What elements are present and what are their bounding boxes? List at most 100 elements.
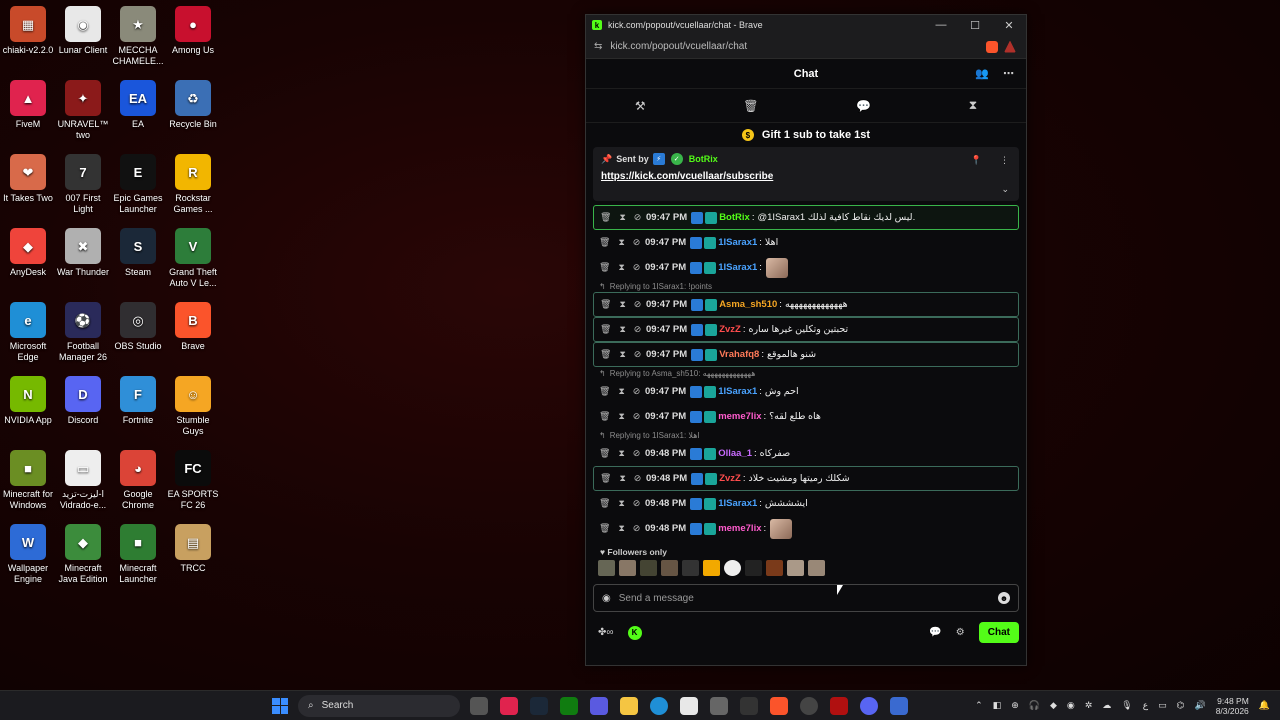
ban-icon[interactable]: ⊘ <box>633 262 641 273</box>
desktop-icon[interactable]: ■ Minecraft for Windows <box>0 450 56 511</box>
timeout-icon[interactable]: ⧗ <box>618 523 624 534</box>
emote-thumb[interactable] <box>745 560 762 576</box>
microsoft-store-icon[interactable] <box>680 696 698 715</box>
desktop-icon[interactable]: N NVIDIA App <box>0 376 56 426</box>
desktop-icon[interactable]: ▭ ا-ليزت-تزيد Vidrado-e... <box>55 450 111 511</box>
red-app-taskbar-icon[interactable] <box>830 696 848 715</box>
brave-rewards-icon[interactable] <box>1004 40 1016 53</box>
desktop-icon[interactable]: ▤ TRCC <box>165 524 221 574</box>
emote-strip[interactable] <box>586 557 1026 576</box>
desktop-icon[interactable]: ◆ AnyDesk <box>0 228 56 278</box>
clock[interactable]: 9:48 PM 8/3/2026 <box>1216 696 1249 716</box>
emote-thumb[interactable] <box>724 560 741 576</box>
send-chat-button[interactable]: Chat <box>978 622 1019 643</box>
message-username[interactable]: meme7lix <box>718 523 761 534</box>
timeout-icon[interactable]: ⧗ <box>619 212 625 223</box>
desktop-icon[interactable]: FC EA SPORTS FC 26 <box>165 450 221 511</box>
message-username[interactable]: Asma_sh510 <box>719 299 777 310</box>
notification-bell-icon[interactable]: 🔔 <box>1259 700 1270 711</box>
fivem-taskbar-icon[interactable] <box>500 696 518 715</box>
hourglass-icon[interactable]: ⧗ <box>969 98 977 113</box>
brave-taskbar-icon[interactable] <box>770 696 788 715</box>
reply-context[interactable]: ↰ Replying to 1ISarax1: اهلا <box>593 429 1019 441</box>
timeout-icon[interactable]: ⧗ <box>618 498 624 509</box>
ban-icon[interactable]: ⊘ <box>634 212 642 223</box>
delete-message-icon[interactable]: 🗑 <box>600 299 611 310</box>
desktop-icon[interactable]: ✖ War Thunder <box>55 228 111 278</box>
reply-context[interactable]: ↰ Replying to Asma_sh510: هههههههههههههه <box>593 367 1019 379</box>
emote-thumb[interactable] <box>766 560 783 576</box>
users-icon[interactable]: 👥 <box>975 67 989 80</box>
message-username[interactable]: 1ISarax1 <box>718 386 757 397</box>
timeout-icon[interactable]: ⧗ <box>618 262 624 273</box>
emote-thumb[interactable] <box>808 560 825 576</box>
desktop-icon[interactable]: ♻ Recycle Bin <box>165 80 221 130</box>
chat-message[interactable]: 🗑 ⧗ ⊘ 09:47 PM Vrahafq8: شنو هالموقع <box>593 342 1019 367</box>
task-view-icon[interactable] <box>470 696 488 715</box>
cloud-icon[interactable]: ☁ <box>1102 700 1111 711</box>
desktop-icon[interactable]: ✦ UNRAVEL™ two <box>55 80 111 141</box>
file-explorer-icon[interactable] <box>620 696 638 715</box>
message-username[interactable]: 1ISarax1 <box>718 237 757 248</box>
ban-icon[interactable]: ⊘ <box>633 523 641 534</box>
ban-icon[interactable]: ⊘ <box>633 386 641 397</box>
chat-message[interactable]: 🗑 ⧗ ⊘ 09:48 PM meme7lix: <box>593 516 1019 541</box>
store-taskbar-icon[interactable] <box>590 696 608 715</box>
delete-message-icon[interactable]: 🗑 <box>600 473 611 484</box>
chat-message[interactable]: 🗑 ⧗ ⊘ 09:47 PM BotRix: @1ISarax1 ليس لديك نقا… <box>593 205 1019 230</box>
timeout-icon[interactable]: ⧗ <box>619 473 625 484</box>
steam-taskbar-icon[interactable] <box>530 696 548 715</box>
ban-icon[interactable]: ⊘ <box>634 473 642 484</box>
gear-icon[interactable]: ⚙ <box>956 627 965 638</box>
desktop-icon[interactable]: ❤ It Takes Two <box>0 154 56 204</box>
headset-icon[interactable]: 🎧 <box>1029 700 1040 711</box>
message-username[interactable]: BotRix <box>719 212 750 223</box>
desktop-icon[interactable]: e Microsoft Edge <box>0 302 56 363</box>
steam-tray-icon[interactable]: ◉ <box>1067 700 1075 711</box>
tray-app-icon[interactable]: ◧ <box>993 700 1002 711</box>
desktop-icon[interactable]: ▦ chiaki-v2.2.0 <box>0 6 56 56</box>
windows-start-icon[interactable] <box>272 697 288 714</box>
minimize-button[interactable]: — <box>924 19 958 32</box>
desktop-icon[interactable]: B Brave <box>165 302 221 352</box>
emote-thumb[interactable] <box>703 560 720 576</box>
desktop-icon[interactable]: ⚽ Football Manager 26 <box>55 302 111 363</box>
timeout-icon[interactable]: ⧗ <box>619 299 625 310</box>
message-input[interactable]: ◉ Send a message ☻ <box>593 584 1019 612</box>
desktop-icon[interactable]: ◕ Google Chrome <box>110 450 166 511</box>
message-username[interactable]: meme7lix <box>718 411 761 422</box>
desktop-icon[interactable]: EA EA <box>110 80 166 130</box>
desktop-icon[interactable]: D Discord <box>55 376 111 426</box>
chat-bubble-icon[interactable]: 💬 <box>929 627 941 638</box>
tray-app-icon[interactable]: ✲ <box>1085 700 1093 711</box>
chat-message[interactable]: 🗑 ⧗ ⊘ 09:48 PM 1ISarax1: ايشششش <box>593 491 1019 516</box>
desktop-icon[interactable]: 7 007 First Light <box>55 154 111 215</box>
delete-message-icon[interactable]: 🗑 <box>599 498 610 509</box>
ban-icon[interactable]: ⊘ <box>633 498 641 509</box>
chat-message[interactable]: 🗑 ⧗ ⊘ 09:48 PM Ollaa_1: صفركاه <box>593 441 1019 466</box>
delete-message-icon[interactable]: 🗑 <box>599 448 610 459</box>
emote-thumb[interactable] <box>598 560 615 576</box>
ban-icon[interactable]: ⊘ <box>633 237 641 248</box>
chat-message[interactable]: 🗑 ⧗ ⊘ 09:47 PM 1ISarax1: اهلا <box>593 230 1019 255</box>
timeout-icon[interactable]: ⧗ <box>619 349 625 360</box>
settings-taskbar-icon[interactable] <box>710 696 728 715</box>
delete-message-icon[interactable]: 🗑 <box>599 411 610 422</box>
timeout-icon[interactable]: ⧗ <box>618 411 624 422</box>
desktop-icon[interactable]: ★ MECCHA CHAMELE... <box>110 6 166 67</box>
delete-message-icon[interactable]: 🗑 <box>599 237 610 248</box>
trash-icon[interactable]: 🗑 <box>743 99 758 113</box>
site-settings-icon[interactable]: ⇆ <box>594 41 602 52</box>
emote-thumb[interactable] <box>619 560 636 576</box>
message-username[interactable]: Ollaa_1 <box>718 448 752 459</box>
chevron-down-icon[interactable]: ⌄ <box>1001 184 1009 195</box>
desktop-icon[interactable]: ◎ OBS Studio <box>110 302 166 352</box>
maximize-button[interactable]: ☐ <box>958 19 992 32</box>
tray-app-icon[interactable]: ◆ <box>1050 700 1057 711</box>
pinned-link[interactable]: https://kick.com/vcuellaar/subscribe <box>601 171 1011 182</box>
emoji-icon[interactable]: ☻ <box>998 592 1010 604</box>
timeout-icon[interactable]: ⧗ <box>618 448 624 459</box>
timeout-icon[interactable]: ⧗ <box>619 324 625 335</box>
language-indicator[interactable]: ع <box>1143 700 1148 711</box>
desktop-icon[interactable]: ■ Minecraft Launcher <box>110 524 166 585</box>
